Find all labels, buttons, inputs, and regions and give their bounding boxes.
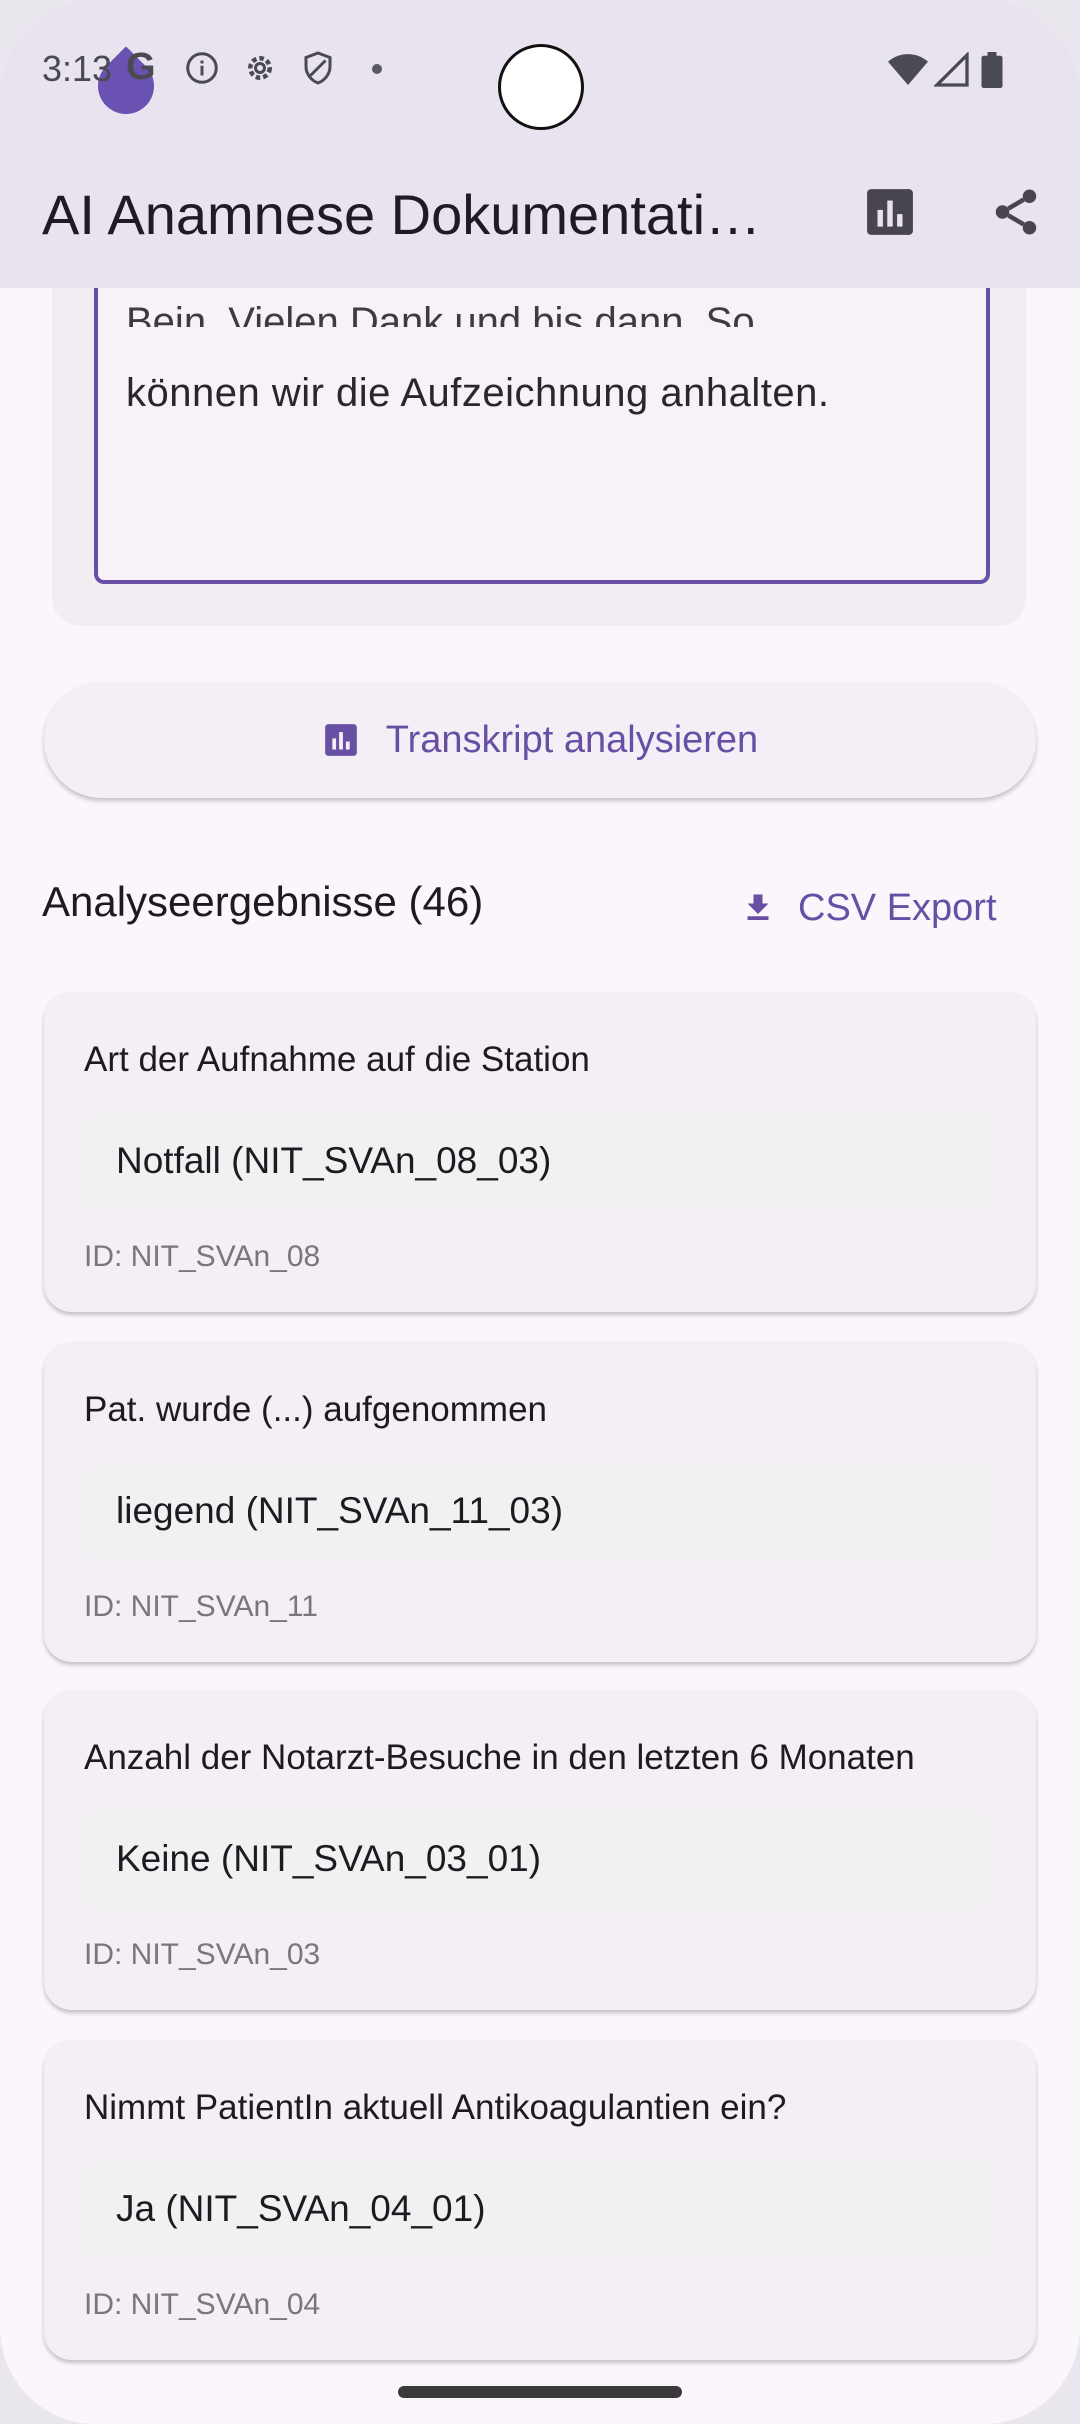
home-indicator[interactable] — [398, 2386, 682, 2398]
camera-cutout — [498, 44, 584, 130]
results-section-title: Analyseergebnisse (46) — [42, 878, 484, 925]
bar-chart-icon — [867, 189, 913, 235]
result-id: ID: NIT_SVAn_08 — [84, 1240, 321, 1273]
analyze-transcript-button[interactable]: Transkript analysieren — [44, 682, 1036, 798]
google-icon: G — [126, 46, 156, 88]
analyze-button-label: Transkript analysieren — [385, 718, 759, 761]
result-answer: Notfall (NIT_SVAn_08_03) — [116, 1140, 552, 1181]
wifi-icon — [888, 54, 928, 85]
analytics-button[interactable] — [860, 182, 920, 242]
battery-icon — [981, 52, 1003, 88]
signal-icon — [934, 52, 969, 87]
csv-export-label: CSV Export — [798, 886, 997, 929]
csv-export-button[interactable]: CSV Export — [740, 878, 997, 938]
result-id: ID: NIT_SVAn_03 — [84, 1938, 321, 1971]
result-card: Art der Aufnahme auf die Station Notfall… — [44, 992, 1036, 1312]
info-icon — [186, 52, 218, 84]
transcript-last-line: können wir die Aufzeichnung anhalten. — [126, 371, 830, 415]
screen: Bein. Vielen Dank und bis dann. So, könn… — [0, 0, 1080, 2424]
bar-chart-icon — [324, 724, 357, 756]
result-answer-box: liegend (NIT_SVAn_11_03) — [84, 1464, 996, 1560]
result-card: Nimmt PatientIn aktuell Antikoagulantien… — [44, 2040, 1036, 2360]
share-button[interactable] — [986, 182, 1046, 242]
result-answer-box: Keine (NIT_SVAn_03_01) — [84, 1812, 996, 1908]
status-time: 3:13 — [42, 48, 113, 89]
result-answer: Ja (NIT_SVAn_04_01) — [116, 2188, 486, 2229]
more-notifications-dot — [372, 64, 382, 74]
shield-icon — [304, 51, 332, 85]
result-id: ID: NIT_SVAn_11 — [84, 1590, 318, 1623]
result-id: ID: NIT_SVAn_04 — [84, 2288, 321, 2321]
result-answer: liegend (NIT_SVAn_11_03) — [116, 1490, 564, 1531]
result-question: Art der Aufnahme auf die Station — [84, 1040, 590, 1079]
result-card: Pat. wurde (...) aufgenommen liegend (NI… — [44, 1342, 1036, 1662]
result-question: Nimmt PatientIn aktuell Antikoagulantien… — [84, 2088, 787, 2127]
result-answer: Keine (NIT_SVAn_03_01) — [116, 1838, 542, 1879]
result-card: Anzahl der Notarzt-Besuche in den letzte… — [44, 1690, 1036, 2010]
share-icon — [995, 189, 1037, 235]
download-icon — [747, 894, 769, 920]
result-answer-box: Notfall (NIT_SVAn_08_03) — [84, 1114, 996, 1210]
app-title: AI Anamnese Dokumentati… — [42, 183, 762, 246]
top-app-bar: 3:13 G AI Anamnese Dokumentati… — [0, 0, 1080, 288]
result-question: Anzahl der Notarzt-Besuche in den letzte… — [84, 1738, 915, 1777]
result-answer-box: Ja (NIT_SVAn_04_01) — [84, 2162, 996, 2258]
settings-icon — [248, 56, 272, 80]
status-bar: 3:13 G — [0, 0, 1080, 140]
result-question: Pat. wurde (...) aufgenommen — [84, 1390, 547, 1429]
